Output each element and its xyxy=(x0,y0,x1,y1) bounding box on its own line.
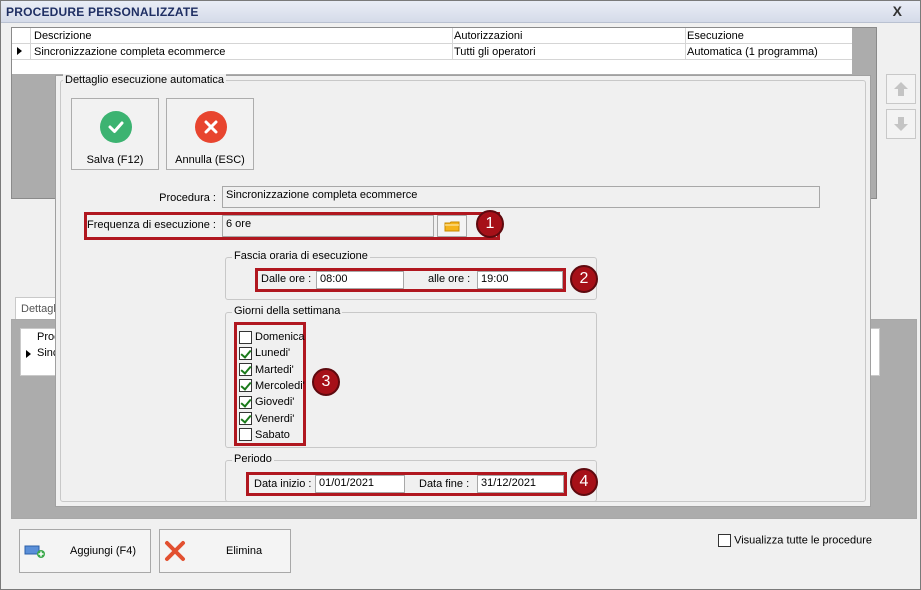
delete-x-icon xyxy=(165,541,185,561)
window-title: PROCEDURE PERSONALIZZATE xyxy=(6,5,199,19)
weekday-checkbox[interactable] xyxy=(239,330,252,344)
row-indicator-icon xyxy=(17,47,22,55)
procedura-label: Procedura : xyxy=(159,192,216,204)
frequenza-label: Frequenza di esecuzione : xyxy=(86,219,216,231)
add-item-icon xyxy=(24,545,45,558)
show-all-label: Visualizza tutte le procedure xyxy=(734,534,873,547)
to-time-field[interactable]: 19:00 xyxy=(477,271,563,289)
weekday-label: Domenica xyxy=(255,331,305,343)
weekday-giovedi[interactable]: Giovedi' xyxy=(239,395,294,409)
weekday-checkbox[interactable] xyxy=(239,379,252,393)
weekday-lunedi[interactable]: Lunedi' xyxy=(239,346,290,360)
add-button[interactable]: Aggiungi (F4) xyxy=(19,529,151,573)
weekday-domenica[interactable]: Domenica xyxy=(239,330,305,344)
grid-header: Descrizione Autorizzazioni Esecuzione xyxy=(12,28,852,44)
column-header-autorizzazioni[interactable]: Autorizzazioni xyxy=(454,30,522,42)
cell-descrizione: Sincronizzazione completa ecommerce xyxy=(34,46,226,58)
cancel-x-icon xyxy=(195,111,227,143)
weekday-sabato[interactable]: Sabato xyxy=(239,428,290,442)
badge-1: 1 xyxy=(476,210,504,238)
show-all-checkbox-box[interactable] xyxy=(718,534,731,547)
arrow-down-icon xyxy=(894,117,908,131)
save-button-label: Salva (F12) xyxy=(86,154,144,166)
procedura-field: Sincronizzazione completa ecommerce xyxy=(222,186,820,208)
from-time-field[interactable]: 08:00 xyxy=(316,271,404,289)
add-button-label: Aggiungi (F4) xyxy=(70,545,137,557)
dialog-legend: Dettaglio esecuzione automatica xyxy=(63,74,226,86)
frequency-picker-button[interactable] xyxy=(437,215,467,237)
col-separator xyxy=(30,28,31,60)
frequenza-field[interactable]: 6 ore xyxy=(222,215,434,237)
delete-button[interactable]: Elimina xyxy=(159,529,291,573)
weekday-checkbox[interactable] xyxy=(239,412,252,425)
row-indicator-icon xyxy=(26,350,31,358)
folder-icon xyxy=(444,221,460,232)
automatic-execution-dialog: Dettaglio esecuzione automatica Salva (F… xyxy=(55,74,871,507)
weekdays-title: Giorni della settimana xyxy=(232,305,343,317)
close-icon[interactable]: X xyxy=(893,3,902,19)
move-down-button[interactable] xyxy=(886,109,916,139)
arrow-up-icon xyxy=(894,82,908,96)
weekday-label: Sabato xyxy=(255,428,290,441)
period-title: Periodo xyxy=(232,453,274,465)
show-all-checkbox[interactable]: Visualizza tutte le procedure xyxy=(718,534,872,547)
empty-row xyxy=(12,60,852,74)
cell-esecuzione: Automatica (1 programma) xyxy=(687,46,818,58)
title-bar: PROCEDURE PERSONALIZZATE X xyxy=(1,1,920,23)
column-header-descrizione[interactable]: Descrizione xyxy=(34,30,91,42)
start-date-field[interactable]: 01/01/2021 xyxy=(315,475,405,493)
weekday-label: Martedi' xyxy=(255,363,294,376)
col-separator xyxy=(685,28,686,60)
col-separator xyxy=(452,28,453,60)
check-icon xyxy=(100,111,132,143)
end-date-label: Data fine : xyxy=(419,478,470,490)
weekday-martedi[interactable]: Martedi' xyxy=(239,363,294,377)
save-button[interactable]: Salva (F12) xyxy=(71,98,159,170)
badge-4: 4 xyxy=(570,468,598,496)
weekday-checkbox[interactable] xyxy=(239,395,252,409)
weekday-checkbox[interactable] xyxy=(239,363,252,377)
badge-2: 2 xyxy=(570,265,598,293)
cell-autorizzazioni: Tutti gli operatori xyxy=(454,46,536,58)
weekday-label: Venerdi' xyxy=(255,412,295,425)
weekday-checkbox[interactable] xyxy=(239,346,252,360)
table-row[interactable]: Sincronizzazione completa ecommerce Tutt… xyxy=(12,44,852,60)
to-time-label: alle ore : xyxy=(428,273,471,285)
time-range-title: Fascia oraria di esecuzione xyxy=(232,250,370,262)
column-header-esecuzione[interactable]: Esecuzione xyxy=(687,30,744,42)
start-date-label: Data inizio : xyxy=(254,478,312,490)
end-date-field[interactable]: 31/12/2021 xyxy=(477,475,564,493)
procedures-window: PROCEDURE PERSONALIZZATE X Descrizione A… xyxy=(0,0,921,590)
badge-3: 3 xyxy=(312,368,340,396)
weekday-label: Giovedi' xyxy=(255,396,295,409)
cancel-button-label: Annulla (ESC) xyxy=(175,154,245,166)
delete-button-label: Elimina xyxy=(226,545,263,557)
weekday-venerdi[interactable]: Venerdi' xyxy=(239,412,294,426)
cancel-button[interactable]: Annulla (ESC) xyxy=(166,98,254,170)
from-time-label: Dalle ore : xyxy=(261,273,312,285)
move-up-button[interactable] xyxy=(886,74,916,104)
weekday-label: Lunedi' xyxy=(255,347,291,360)
weekday-label: Mercoledi' xyxy=(255,379,305,392)
weekday-mercoledi[interactable]: Mercoledi' xyxy=(239,379,305,393)
weekday-checkbox[interactable] xyxy=(239,428,252,442)
